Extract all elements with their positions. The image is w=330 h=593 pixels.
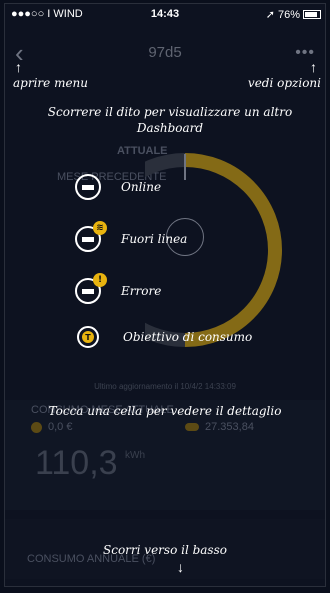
cost-row: 0,0 € (31, 421, 72, 433)
legend-label: Fuori linea (121, 232, 188, 246)
consumption-unit: kWh (125, 450, 145, 461)
battery-area: ➚ 76% (266, 8, 321, 21)
meter-offline-icon: ≋ (75, 221, 107, 252)
legend-online: Online (75, 174, 161, 200)
hint-tap-cell: Tocca una cella per vedere il dettaglio (48, 404, 282, 418)
euro-icon (31, 421, 42, 433)
annual-card[interactable]: CONSUMO ANNUALE (€) Scorri verso il bass… (5, 519, 325, 579)
target-icon: T (77, 326, 99, 348)
location-icon: ➚ (265, 9, 275, 21)
app-screen: ●●●○○ I WIND 14:43 ➚ 76% ‹ 97d5 ••• ↑ ap… (4, 3, 326, 587)
legend-offline: ≋ Fuori linea (75, 221, 188, 252)
consumption-big-value: 110,3 (35, 444, 118, 482)
battery-percent: 76% (277, 8, 300, 21)
cost-value: 0,0 € (48, 421, 73, 433)
current-month-card[interactable]: CONSUMO MESE ATTUALE 0,0 € 27.353,84 Toc… (5, 400, 325, 510)
legend-error: ! Errore (75, 273, 162, 304)
hint-open-menu: aprire menu (13, 76, 88, 90)
cloud-value: 27.353,84 (205, 421, 254, 433)
battery-icon (303, 10, 321, 19)
cloud-icon (185, 423, 199, 431)
down-arrow-icon: ↓ (177, 559, 184, 575)
hint-see-options: vedi opzioni (247, 76, 321, 90)
error-badge-icon: ! (93, 273, 107, 287)
legend-target: T Obiettivo di consumo (77, 326, 252, 348)
status-bar: ●●●○○ I WIND 14:43 ➚ 76% (5, 4, 325, 24)
up-arrow-icon: ↑ (310, 59, 317, 75)
meter-error-icon: ! (75, 273, 107, 304)
legend-label: Errore (121, 284, 162, 298)
page-title: 97d5 (148, 44, 182, 61)
cloud-row: 27.353,84 (185, 421, 254, 433)
last-update-text: Ultimo aggiornamento il 10/4/2 14:33:09 (94, 382, 236, 391)
wifi-badge-icon: ≋ (93, 221, 107, 235)
legend-label: Obiettivo di consumo (123, 330, 253, 344)
meter-online-icon (75, 174, 101, 200)
hint-swipe: Scorrere il dito per visualizzare un alt… (47, 105, 293, 135)
hint-scroll-down: Scorri verso il basso (103, 543, 227, 557)
legend-label: Online (121, 180, 162, 194)
up-arrow-icon: ↑ (15, 59, 22, 75)
